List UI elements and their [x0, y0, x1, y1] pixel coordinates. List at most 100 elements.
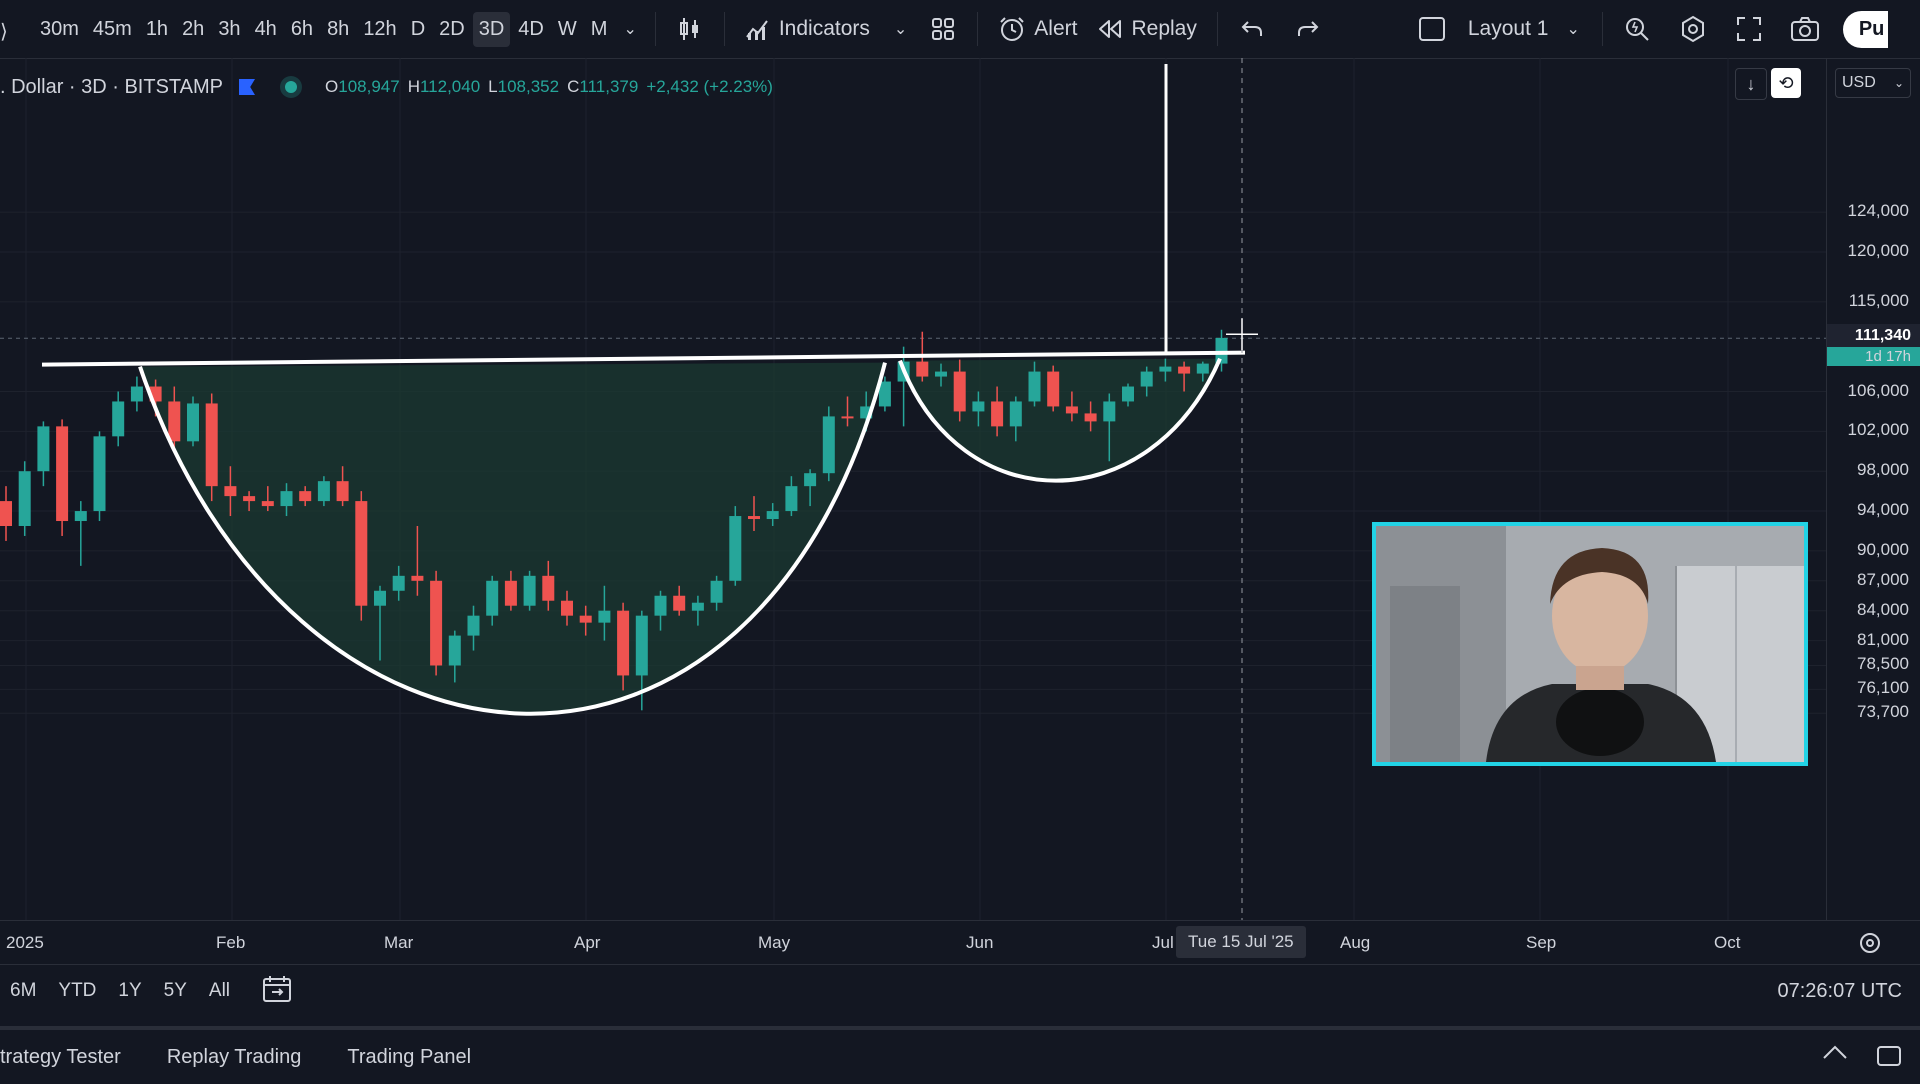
- low-label: L: [488, 77, 498, 96]
- camera-icon[interactable]: [1789, 13, 1821, 45]
- candle-body: [504, 580, 517, 606]
- candle-body: [205, 403, 218, 487]
- time-tick-label: Mar: [384, 933, 414, 952]
- timeframe-w[interactable]: W: [552, 12, 583, 47]
- candle-body: [1084, 413, 1097, 422]
- presenter-video-image: [1376, 526, 1804, 762]
- timeframe-8h[interactable]: 8h: [321, 12, 355, 47]
- price-tick-label: 90,000: [1857, 539, 1909, 559]
- indicators-chevron-icon[interactable]: ⌄: [894, 19, 907, 39]
- divider: [977, 12, 979, 46]
- price-chart[interactable]: [0, 58, 1826, 920]
- quick-search-icon[interactable]: [1621, 13, 1653, 45]
- indicators-label: Indicators: [778, 17, 870, 40]
- candle-body: [635, 615, 648, 676]
- timeframe-12h[interactable]: 12h: [357, 12, 402, 47]
- auto-scale-button[interactable]: ⟲: [1771, 68, 1801, 98]
- layout-chevron-icon[interactable]: ⌄: [1566, 19, 1579, 39]
- publish-button[interactable]: Pu: [1842, 10, 1889, 48]
- redo-icon[interactable]: [1292, 13, 1324, 45]
- rewind-icon: [1099, 20, 1122, 38]
- timeframe-1h[interactable]: 1h: [140, 12, 174, 47]
- range-all[interactable]: All: [209, 980, 230, 1002]
- flag-icon[interactable]: [239, 79, 255, 95]
- price-tick-label: 87,000: [1857, 569, 1909, 589]
- candle-body: [317, 481, 330, 502]
- utc-clock[interactable]: 07:26:07 UTC: [1777, 980, 1902, 1003]
- axis-settings-icon[interactable]: [1858, 931, 1882, 955]
- bottom-tab-3[interactable]: Trading Panel: [347, 1046, 471, 1069]
- range-5y[interactable]: 5Y: [164, 980, 187, 1002]
- replay-label: Replay: [1131, 17, 1197, 40]
- top-toolbar: ⟩ 30m 45m 1h 2h 3h 4h 6h 8h 12h D 2D 3D 4D W M ⌄ Indic…: [0, 0, 1920, 59]
- candle-body: [430, 580, 443, 666]
- high-value: 112,040: [419, 77, 481, 96]
- candle-body: [280, 491, 293, 507]
- candle-body: [1122, 386, 1134, 402]
- current-price-tag: 111,340 1d 17h: [1827, 324, 1920, 367]
- candle-body: [112, 401, 125, 437]
- timeframe-3d[interactable]: 3D: [472, 11, 511, 47]
- timeframe-3h[interactable]: 3h: [212, 12, 246, 47]
- time-tick-label: Feb: [216, 933, 246, 952]
- chevron-left-icon[interactable]: ⟩: [0, 19, 10, 43]
- collapse-chevron-up-icon[interactable]: [1820, 1042, 1850, 1067]
- timeframe-list: 30m 45m 1h 2h 3h 4h 6h 8h 12h D 2D 3D 4D W M: [34, 11, 615, 47]
- time-tick-label: May: [758, 933, 791, 952]
- scroll-down-button[interactable]: ↓: [1735, 68, 1767, 100]
- candle-body: [561, 600, 573, 616]
- candle-body: [617, 610, 630, 676]
- range-1y[interactable]: 1Y: [118, 980, 141, 1002]
- alert-button[interactable]: Alert: [988, 9, 1087, 49]
- candle-style-icon[interactable]: [674, 13, 706, 45]
- undo-icon[interactable]: [1236, 13, 1268, 45]
- layout-square-icon[interactable]: [1416, 13, 1448, 45]
- timeframe-2h[interactable]: 2h: [176, 12, 210, 47]
- bottom-tab-list: trategy Tester Replay Trading Trading Pane…: [0, 1046, 517, 1069]
- candle-body: [822, 416, 835, 474]
- candle-body: [972, 401, 985, 412]
- candle-body: [953, 371, 966, 412]
- time-tick-label: Sep: [1526, 933, 1557, 952]
- candle-body: [0, 501, 12, 527]
- date-range-calendar-icon[interactable]: [262, 975, 292, 1008]
- timeframe-6h[interactable]: 6h: [285, 12, 319, 47]
- candle-body: [841, 416, 854, 419]
- cup-pattern-fill: [140, 362, 885, 714]
- currency-select[interactable]: USD ⌄: [1835, 68, 1911, 98]
- timeframe-4d[interactable]: 4D: [512, 12, 550, 47]
- publish-label: Pu: [1858, 17, 1885, 40]
- settings-gear-icon[interactable]: [1677, 13, 1709, 45]
- layout-grid-icon[interactable]: [927, 13, 959, 45]
- candle-body: [935, 371, 947, 377]
- indicators-button[interactable]: Indicators: [735, 11, 880, 47]
- handle-pattern-fill: [900, 358, 1220, 481]
- candle-body: [1196, 363, 1209, 374]
- price-axis[interactable]: ↓ ⟲ USD ⌄ 124,000 120,000 115,000 106,000 10…: [1735, 58, 1920, 920]
- timeframe-more-chevron-icon[interactable]: ⌄: [623, 19, 636, 39]
- timeframe-4h[interactable]: 4h: [249, 12, 283, 47]
- candle-body: [486, 580, 499, 616]
- layout-name[interactable]: Layout 1: [1468, 17, 1549, 41]
- indicators-icon: [746, 20, 768, 40]
- symbol-name[interactable]: . Dollar · 3D · BITSTAMP: [0, 76, 223, 99]
- fullscreen-icon[interactable]: [1733, 13, 1765, 45]
- timeframe-45m[interactable]: 45m: [87, 12, 138, 47]
- timeframe-d[interactable]: D: [405, 12, 431, 47]
- timeframe-m[interactable]: M: [585, 12, 614, 47]
- timeframe-2d[interactable]: 2D: [433, 12, 471, 47]
- time-axis[interactable]: 2025 Feb Mar Apr May Jun Jul Aug Sep Oct Tue 15 Ju…: [0, 920, 1920, 965]
- price-tick-label: 106,000: [1847, 380, 1909, 400]
- high-label: H: [407, 77, 420, 96]
- bottom-tab-1[interactable]: trategy Tester: [0, 1046, 121, 1069]
- timeframe-30m[interactable]: 30m: [34, 12, 85, 47]
- range-ytd[interactable]: YTD: [58, 980, 96, 1002]
- market-status-dot-icon: [285, 81, 297, 93]
- currency-label: USD: [1842, 74, 1876, 91]
- webcam-overlay: [1372, 522, 1808, 766]
- range-6m[interactable]: 6M: [10, 980, 36, 1002]
- replay-button[interactable]: Replay: [1087, 11, 1206, 47]
- bottom-tab-2[interactable]: Replay Trading: [167, 1046, 302, 1069]
- maximize-panel-icon[interactable]: [1876, 1044, 1902, 1073]
- candle-body: [710, 580, 723, 603]
